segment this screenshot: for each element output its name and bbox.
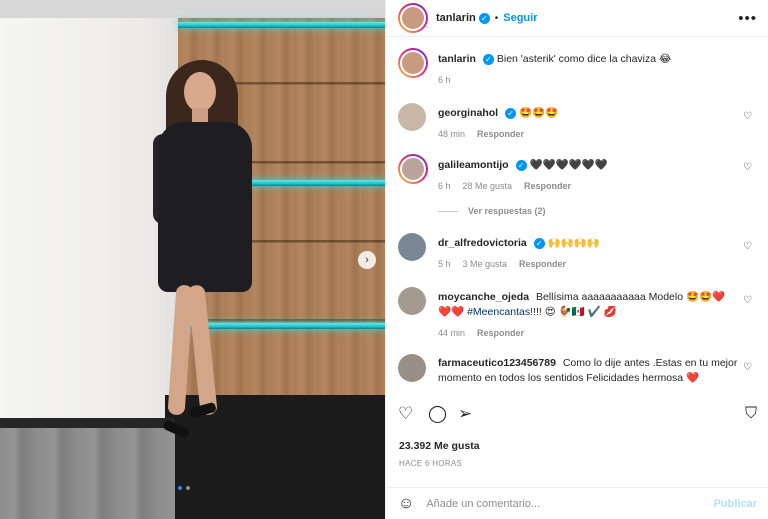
woman-legs — [167, 284, 218, 416]
floor-wood — [0, 418, 175, 519]
comments-list[interactable]: tanlarin ✓ Bien 'asterik' como dice la ch… — [386, 37, 768, 397]
reply-button[interactable]: Responder — [477, 127, 524, 142]
bookmark-icon[interactable]: ⛉ — [745, 405, 757, 422]
reply-button[interactable]: Responder — [477, 326, 524, 341]
post-sidebar: tanlarin ✓ • Seguir ••• tanlarin ✓ Bien '… — [385, 0, 768, 519]
verified-badge-icon: ✓ — [478, 12, 490, 24]
comment-time: 5 h — [438, 259, 451, 269]
commenter-avatar[interactable] — [398, 103, 426, 131]
view-replies-button[interactable]: Ver respuestas (2) — [438, 206, 546, 216]
caption-username[interactable]: tanlarin — [438, 53, 476, 65]
comment-username[interactable]: farmaceutico123456789 — [438, 357, 556, 369]
comment-username[interactable]: galileamontijo — [438, 159, 509, 171]
add-comment-bar: ☺ Publicar — [386, 487, 768, 519]
caption-text: Bien 'asterik' como dice la chaviza 😂 — [496, 53, 672, 65]
woman-black-dress — [158, 122, 252, 292]
commenter-avatar[interactable] — [398, 233, 426, 261]
author-username[interactable]: tanlarin — [436, 12, 476, 24]
view-replies-label: Ver respuestas (2) — [468, 206, 546, 216]
heart-icon[interactable]: ♡ — [398, 405, 413, 422]
separator-dot: • — [494, 12, 499, 24]
comment-time: 6 h — [438, 181, 451, 191]
hashtag-link[interactable]: #Meencantas — [467, 306, 530, 318]
comment-likes[interactable]: 3 Me gusta — [463, 257, 508, 272]
comment-text: 🙌🙌🙌🙌 — [547, 237, 600, 249]
comment-like-heart-icon[interactable]: ♡ — [743, 162, 752, 173]
instagram-post: › tanlarin ✓ • Seguir ••• tanlarin ✓ Bie… — [0, 0, 768, 519]
likes-count[interactable]: 23.392 Me gusta — [399, 440, 480, 452]
more-horizontal-icon[interactable]: ••• — [738, 10, 757, 27]
commenter-avatar[interactable] — [398, 354, 426, 382]
comment-like-heart-icon[interactable]: ♡ — [743, 241, 752, 252]
carousel-dot — [186, 486, 190, 490]
post-time: HACE 6 HORAS — [399, 459, 463, 468]
comment-text: 🤩🤩🤩 — [519, 107, 559, 119]
follow-button[interactable]: Seguir — [503, 12, 537, 24]
author-avatar[interactable] — [398, 48, 428, 78]
action-bar: ♡ ◯ ➢ ⛉ — [386, 397, 768, 422]
verified-badge-icon: ✓ — [515, 159, 527, 171]
author-avatar[interactable] — [398, 3, 428, 33]
comment-like-heart-icon[interactable]: ♡ — [743, 295, 752, 306]
reply-button[interactable]: Responder — [524, 179, 571, 194]
comment-icon[interactable]: ◯ — [428, 405, 447, 422]
comment-time: 48 min — [438, 129, 466, 139]
post-header: tanlarin ✓ • Seguir ••• — [386, 0, 768, 37]
commenter-avatar[interactable] — [398, 287, 426, 315]
comment-text: !!!! 😍 🐓🇲🇽 ✔️ 💋 — [530, 306, 617, 318]
caption-time: 6 h — [438, 75, 451, 85]
comment-username[interactable]: moycanche_ojeda — [438, 291, 529, 303]
verified-badge-icon: ✓ — [505, 107, 517, 119]
replies-divider — [438, 210, 458, 212]
comment-username[interactable]: georginahol — [438, 107, 498, 119]
carousel-next-button[interactable]: › — [358, 251, 376, 269]
verified-badge-icon: ✓ — [533, 237, 545, 249]
post-photo[interactable]: › — [0, 0, 385, 519]
comment-input[interactable] — [426, 497, 714, 510]
comment-like-heart-icon[interactable]: ♡ — [743, 111, 752, 122]
commenter-avatar[interactable] — [398, 154, 428, 184]
comment-username[interactable]: dr_alfredovictoria — [438, 237, 527, 249]
post-comment-button[interactable]: Publicar — [714, 498, 757, 510]
share-icon[interactable]: ➢ — [458, 405, 472, 422]
verified-badge-icon: ✓ — [482, 53, 494, 65]
woman-face — [184, 72, 216, 112]
reply-button[interactable]: Responder — [519, 257, 566, 272]
comment-likes[interactable]: 28 Me gusta — [463, 179, 513, 194]
comment-text: 🖤🖤🖤🖤🖤🖤 — [529, 159, 608, 171]
comment-time: 44 min — [438, 328, 466, 338]
emoji-icon[interactable]: ☺ — [398, 495, 414, 513]
chevron-right-icon: › — [365, 254, 369, 266]
comment-like-heart-icon[interactable]: ♡ — [743, 362, 752, 373]
carousel-dot-active — [178, 486, 182, 490]
led-strip — [178, 22, 385, 28]
carousel-dots — [178, 486, 190, 490]
